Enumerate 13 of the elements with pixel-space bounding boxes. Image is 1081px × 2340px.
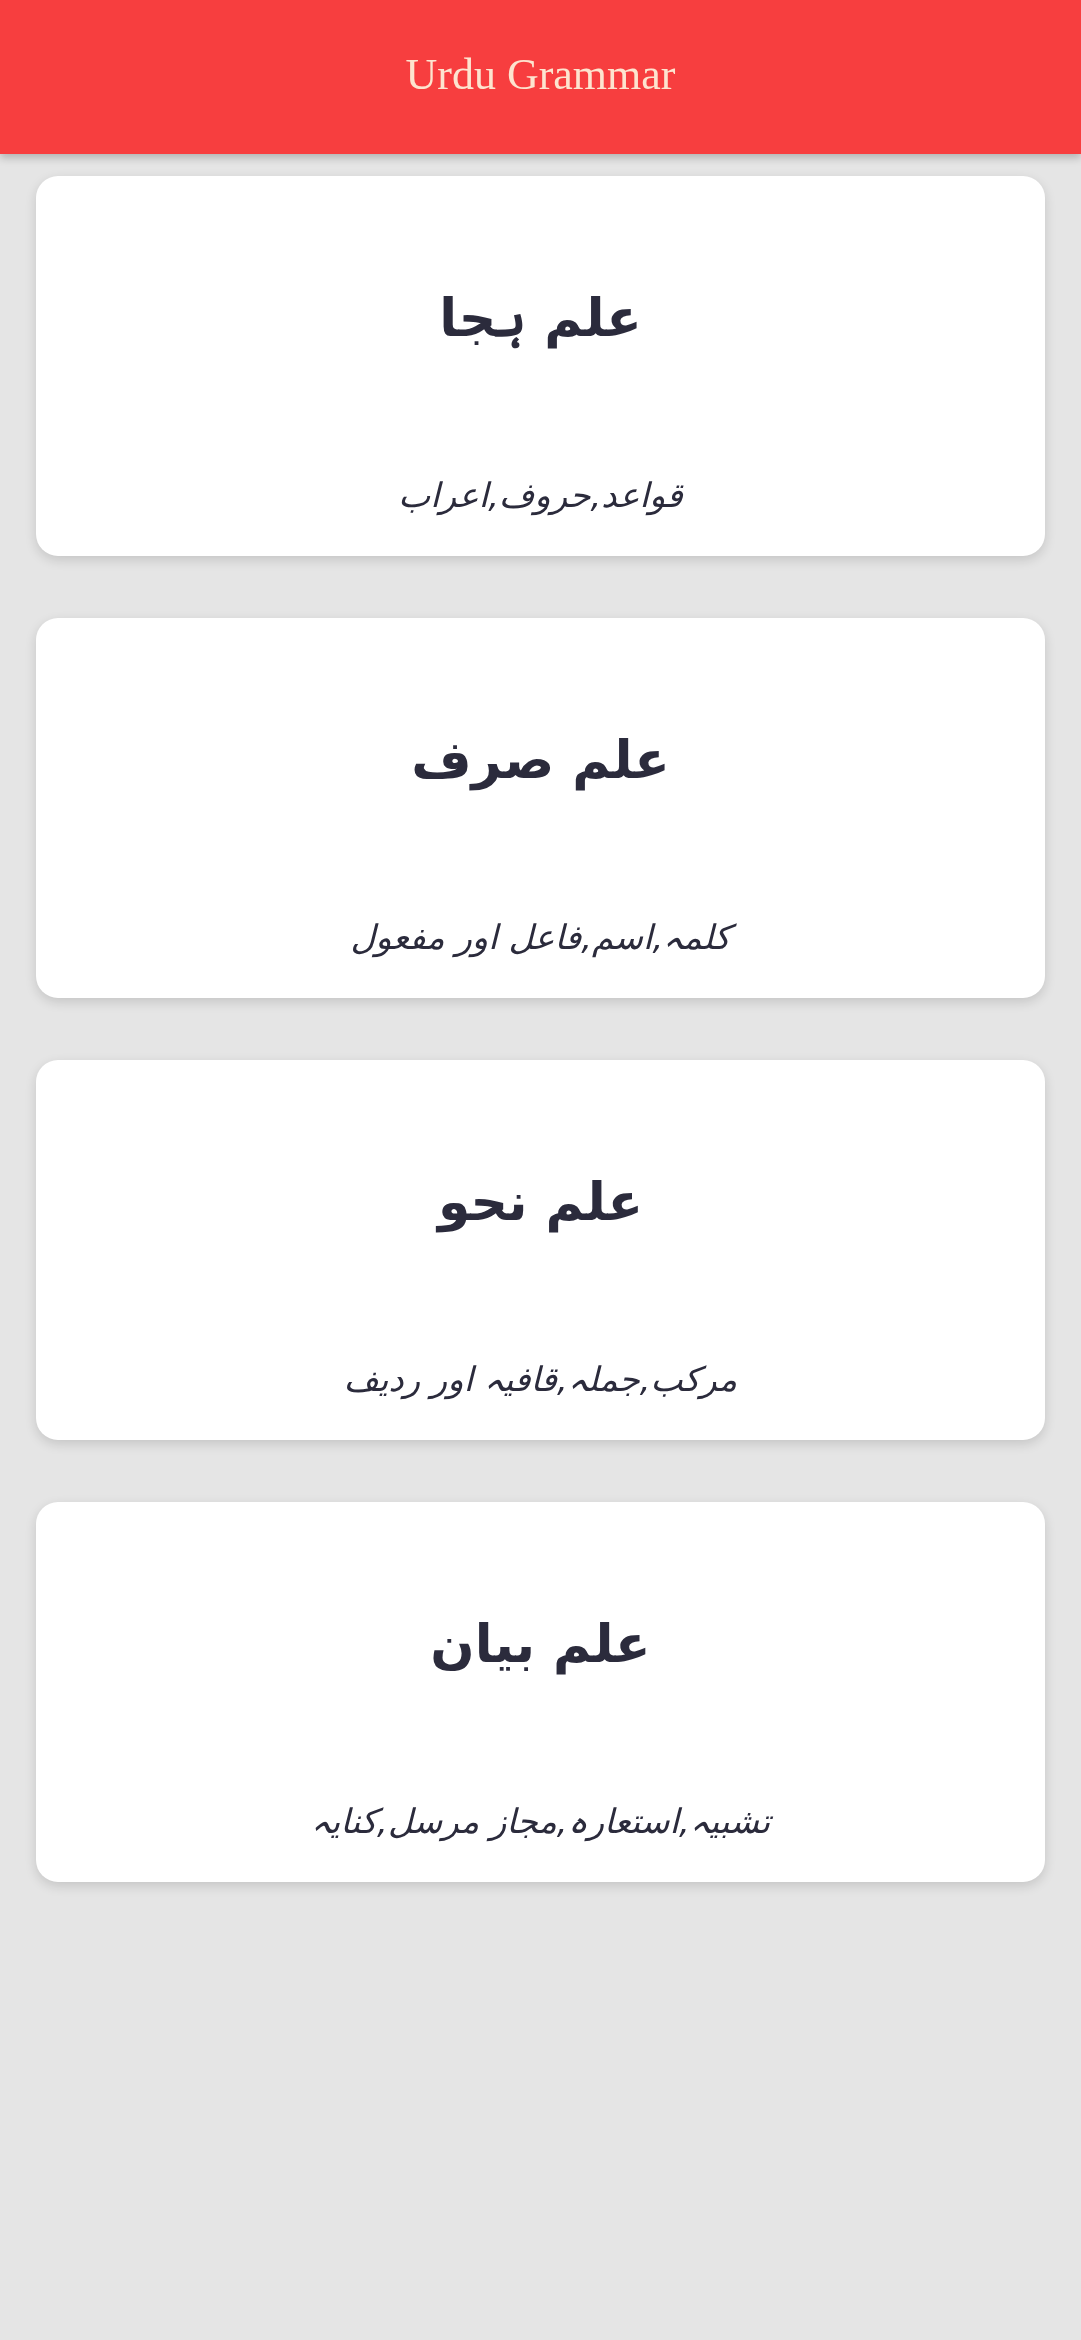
topic-title: علم صرف	[410, 729, 671, 793]
topic-description: کلمہ,اسم,فاعل اور مفعول	[338, 907, 743, 967]
topic-title: علم ہجا	[438, 287, 643, 351]
topic-title: علم بیان	[429, 1613, 652, 1677]
topic-card[interactable]: علم صرف کلمہ,اسم,فاعل اور مفعول	[36, 618, 1045, 998]
topic-card[interactable]: علم نحو مرکب,جملہ,قافیہ اور ردیف	[36, 1060, 1045, 1440]
topic-description: مرکب,جملہ,قافیہ اور ردیف	[342, 1358, 739, 1402]
app-title: Urdu Grammar	[405, 48, 676, 101]
topic-description: قواعد,حروف,اعراب	[397, 474, 685, 518]
topic-card[interactable]: علم بیان تشبیہ,استعارہ,مجاز مرسل,کنایہ	[36, 1502, 1045, 1882]
topic-card[interactable]: علم ہجا قواعد,حروف,اعراب	[36, 176, 1045, 556]
topic-title: علم نحو	[435, 1171, 645, 1235]
topic-description: تشبیہ,استعارہ,مجاز مرسل,کنایہ	[309, 1800, 774, 1844]
